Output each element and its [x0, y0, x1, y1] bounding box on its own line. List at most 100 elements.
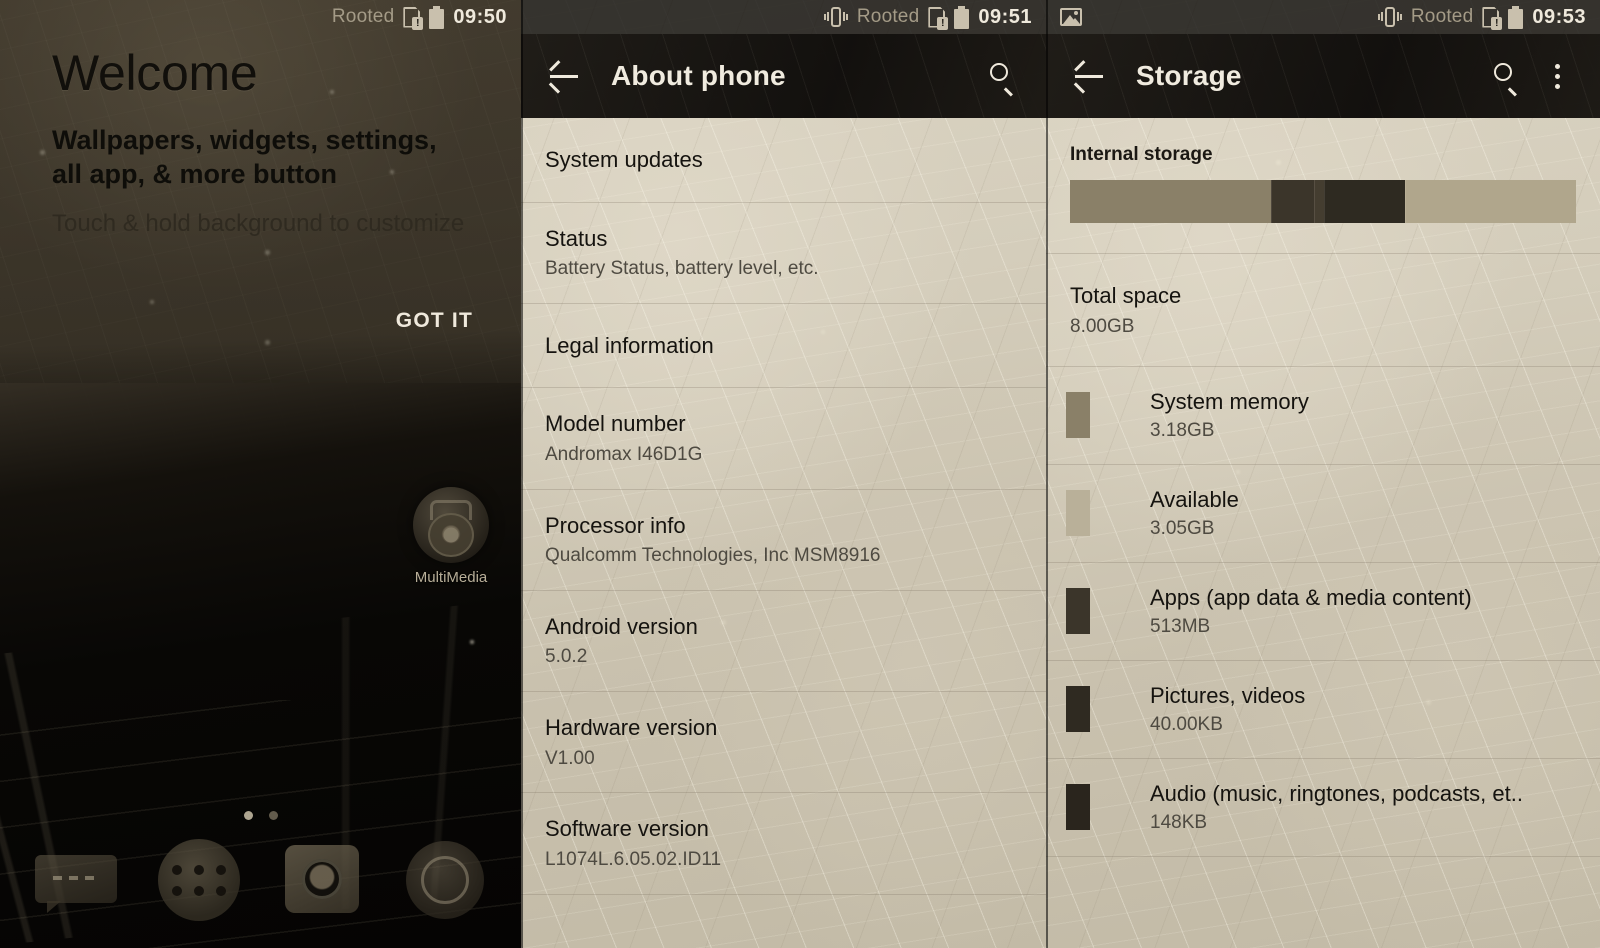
about-row-title: Software version: [545, 816, 709, 842]
about-row-subtitle: L1074L.6.05.02.ID11: [545, 848, 722, 870]
rooted-label: Rooted: [331, 6, 395, 27]
storage-row-value: 3.05GB: [1150, 518, 1215, 540]
storage-color-swatch: [1066, 588, 1090, 635]
about-row-title: Legal information: [545, 332, 714, 358]
more-vert-icon: [1554, 63, 1560, 89]
camera-icon: [285, 845, 360, 913]
app-icon-multimedia[interactable]: MultiMedia: [403, 487, 499, 586]
storage-status-bar: Rooted ! 09:53: [1046, 0, 1600, 34]
storage-color-swatch: [1066, 686, 1090, 733]
about-row-title: Processor info: [545, 512, 686, 538]
back-arrow-icon: [1074, 60, 1103, 94]
about-row-title: System updates: [545, 147, 703, 172]
back-arrow-icon: [549, 60, 578, 94]
about-row-title: Model number: [545, 411, 686, 437]
storage-row[interactable]: Apps (app data & media content) 513MB: [1046, 563, 1600, 662]
storage-bar-segment-pictures: [1314, 180, 1325, 223]
storage-total-row[interactable]: Total space 8.00GB: [1046, 254, 1600, 368]
storage-row[interactable]: Available 3.05GB: [1046, 465, 1600, 564]
panel-divider: [1046, 0, 1048, 948]
storage-row-title: Apps (app data & media content): [1150, 585, 1472, 611]
about-phone-panel: Rooted ! 09:51 About phone System update…: [521, 0, 1046, 948]
about-row[interactable]: Model number Andromax I46D1G: [521, 388, 1046, 490]
page-dot[interactable]: [268, 811, 278, 820]
rooted-label: Rooted: [1410, 6, 1474, 27]
storage-list: Internal storage Total space 8.00GB Syst…: [1046, 118, 1600, 948]
about-row[interactable]: System updates: [521, 118, 1046, 203]
search-button[interactable]: [978, 51, 1028, 101]
dock-item-all-apps[interactable]: [157, 839, 240, 921]
search-icon: [990, 63, 1016, 96]
screenshot-notification-icon: [1060, 8, 1082, 26]
page-dot[interactable]: [243, 811, 253, 820]
storage-category-list: System memory 3.18GB Available 3.05GB Apps (…: [1046, 367, 1600, 858]
about-row[interactable]: Hardware version V1.00: [521, 692, 1046, 794]
about-row-subtitle: Battery Status, battery level, etc.: [545, 258, 819, 279]
storage-color-swatch: [1066, 392, 1090, 439]
storage-usage-bar-wrapper: [1046, 166, 1600, 254]
storage-row-value: 3.18GB: [1150, 420, 1215, 442]
about-row[interactable]: Status Battery Status, battery level, etc…: [521, 203, 1046, 304]
storage-row-title: Pictures, videos: [1150, 683, 1306, 709]
storage-color-swatch: [1066, 784, 1090, 831]
total-space-value: 8.00GB: [1070, 315, 1135, 337]
storage-color-swatch: [1066, 490, 1090, 537]
about-row-title: Status: [545, 225, 608, 251]
about-row[interactable]: Software version L1074L.6.05.02.ID11: [521, 793, 1046, 895]
storage-row[interactable]: Pictures, videos 40.00KB: [1046, 661, 1600, 760]
about-row-title: Android version: [545, 613, 698, 639]
about-row-title: Hardware version: [545, 715, 718, 740]
storage-bar-segment-audio: [1324, 180, 1406, 223]
page-title: About phone: [611, 60, 786, 91]
app-icon-label: MultiMedia: [414, 569, 488, 586]
storage-panel: Rooted ! 09:53 Storage Internal storage: [1046, 0, 1600, 948]
back-button[interactable]: [539, 51, 589, 101]
dock-item-camera[interactable]: [281, 839, 363, 921]
about-row-subtitle: Qualcomm Technologies, Inc MSM8916: [545, 545, 881, 566]
panel-divider: [521, 0, 523, 948]
storage-bar-segment-system-memory: [1070, 180, 1272, 223]
launcher-status-bar: Rooted ! 09:50: [0, 0, 521, 34]
storage-row-title: System memory: [1150, 389, 1309, 415]
about-row-subtitle: V1.00: [545, 747, 595, 769]
search-button[interactable]: [1482, 51, 1532, 101]
welcome-subtitle: Wallpapers, widgets, settings, all app, …: [52, 125, 437, 189]
clock: 09:53: [1532, 5, 1586, 28]
about-row[interactable]: Legal information: [521, 304, 1046, 389]
storage-app-bar: Storage: [1046, 34, 1600, 118]
home-page-indicator: [0, 811, 521, 820]
three-panel-screenshot: Rooted ! 09:50 Welcome Wallpapers, widge…: [0, 0, 1600, 948]
search-icon: [1494, 63, 1520, 96]
got-it-button[interactable]: GOT IT: [396, 309, 473, 333]
back-button[interactable]: [1064, 51, 1114, 101]
welcome-card-notch: [240, 380, 281, 383]
about-row-subtitle: 5.0.2: [545, 646, 588, 668]
welcome-hint: Touch & hold background to customize: [52, 209, 465, 237]
vibrate-icon: [1377, 7, 1402, 27]
storage-row[interactable]: System memory 3.18GB: [1046, 367, 1600, 466]
launcher-dock: [0, 820, 521, 948]
messaging-icon: [34, 855, 117, 913]
about-row-subtitle: Andromax I46D1G: [545, 443, 703, 465]
battery-icon: [954, 5, 970, 29]
welcome-card: Welcome Wallpapers, widgets, settings, a…: [0, 0, 521, 383]
storage-row[interactable]: Audio (music, ringtones, podcasts, et.. 1…: [1046, 759, 1600, 858]
sim-card-alert-icon: !: [1482, 6, 1503, 30]
launcher-panel: Rooted ! 09:50 Welcome Wallpapers, widge…: [0, 0, 521, 948]
overflow-menu-button[interactable]: [1532, 51, 1582, 101]
browser-icon: [406, 841, 485, 919]
about-row[interactable]: Android version 5.0.2: [521, 591, 1046, 692]
vibrate-icon: [823, 7, 848, 27]
about-phone-list: System updates Status Battery Status, batt…: [521, 118, 1046, 948]
sim-card-alert-icon: !: [928, 6, 949, 30]
storage-bar-segment-apps: [1271, 180, 1315, 223]
clock: 09:50: [453, 5, 507, 28]
about-row[interactable]: Processor info Qualcomm Technologies, Inc…: [521, 490, 1046, 591]
multimedia-folder-icon: [413, 487, 489, 563]
storage-row-title: Available: [1150, 487, 1239, 513]
storage-bar-segment-available: [1405, 180, 1576, 223]
clock: 09:51: [978, 5, 1032, 28]
dock-item-browser[interactable]: [404, 839, 486, 921]
storage-row-value: 40.00KB: [1150, 714, 1223, 736]
dock-item-messaging[interactable]: [34, 839, 117, 921]
